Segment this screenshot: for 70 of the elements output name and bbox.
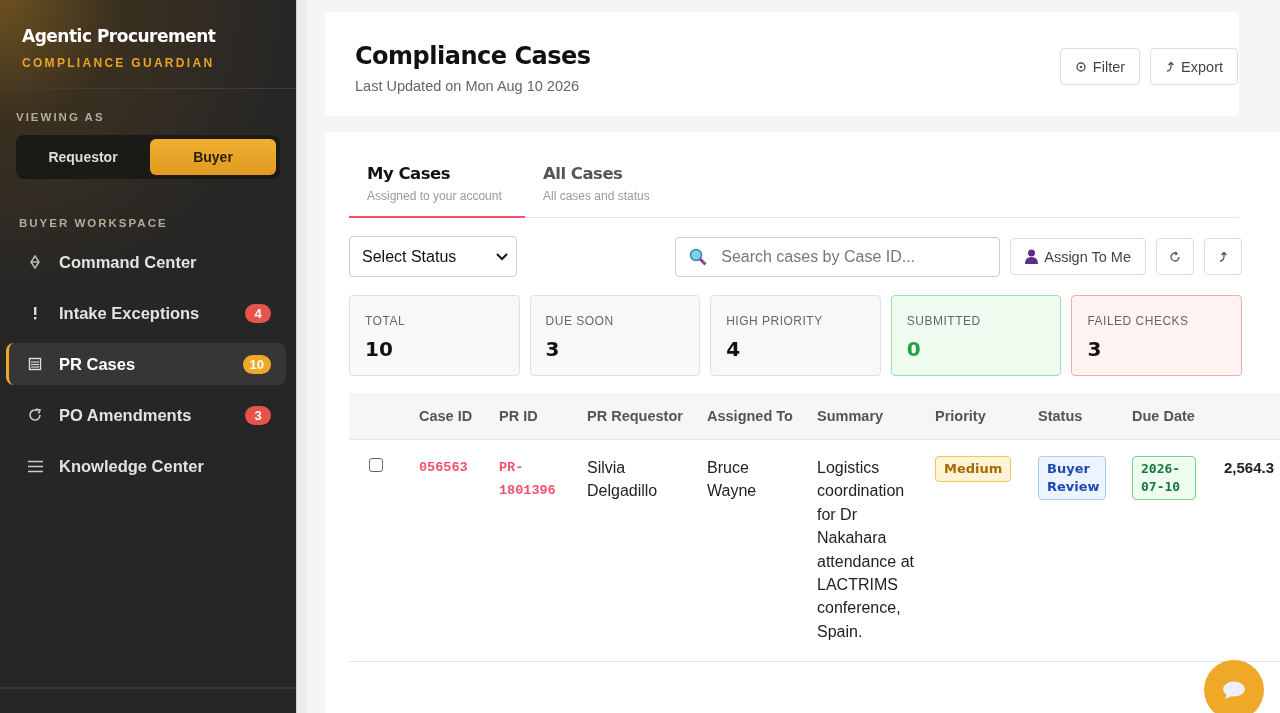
refresh-button[interactable]: [1156, 238, 1194, 275]
last-updated: Last Updated on Mon Aug 10 2026: [355, 78, 581, 94]
nav-label: PR Cases: [59, 354, 137, 374]
stat-label: SUBMITTED: [906, 314, 982, 328]
app-tagline: COMPLIANCE GUARDIAN: [22, 56, 216, 70]
section-label: BUYER WORKSPACE: [19, 217, 169, 229]
column-header: PR Requestor: [587, 408, 684, 424]
table-cell-text: 2,564.3: [1224, 458, 1276, 478]
tab-subtitle: Assigned to your account: [367, 189, 503, 203]
tab[interactable]: All Cases All cases and status: [525, 154, 701, 218]
tab-title: All Cases: [543, 164, 624, 183]
count-badge: 3: [245, 405, 271, 425]
role-toggle[interactable]: Requestor: [20, 139, 146, 175]
stat-label: DUE SOON: [545, 314, 615, 328]
nav-item[interactable]: Knowledge Center: [6, 445, 286, 487]
stat-value: 3: [545, 337, 561, 361]
count-badge: 10: [242, 354, 271, 374]
page-title: Compliance Cases: [355, 42, 592, 70]
count-badge: 4: [245, 303, 271, 323]
export-icon: [1165, 60, 1176, 73]
diamond-icon: [29, 255, 41, 269]
refresh-icon: [1169, 250, 1181, 263]
status-badge: Buyer Review: [1038, 456, 1106, 500]
section-label: VIEWING AS: [16, 111, 106, 123]
column-header: Priority: [935, 408, 987, 424]
row-checkbox[interactable]: [369, 458, 383, 472]
status-dropdown[interactable]: Select Status: [349, 236, 517, 277]
tab-title: My Cases: [367, 164, 451, 183]
nav-label: Knowledge Center: [59, 456, 205, 476]
exclamation-icon: [32, 306, 38, 320]
nav-label: Intake Exceptions: [59, 303, 201, 323]
stat-value: 3: [1087, 337, 1103, 361]
tab[interactable]: My Cases Assigned to your account: [349, 154, 525, 218]
column-header: Case ID: [419, 408, 474, 424]
refresh-icon: [27, 407, 43, 423]
export-icon: [1218, 250, 1228, 263]
nav-label: PO Amendments: [59, 405, 193, 425]
nav-item[interactable]: Intake Exceptions 4: [6, 292, 286, 334]
menu-icon: [27, 459, 43, 473]
priority-badge: Medium: [935, 456, 1012, 482]
list-icon: [28, 357, 42, 371]
table-cell-text: Silvia Delgadillo: [587, 458, 659, 502]
column-header: Status: [1038, 408, 1084, 424]
stat-value: 10: [365, 337, 394, 361]
export-button[interactable]: Export: [1150, 48, 1238, 85]
chevron-icon: [496, 252, 508, 261]
column-header: Summary: [817, 408, 885, 424]
nav-label: Command Center: [59, 252, 198, 272]
person-icon: [1025, 249, 1039, 264]
nav-item[interactable]: Command Center: [6, 241, 286, 283]
search-field[interactable]: Search cases by Case ID...: [675, 236, 1001, 277]
stat-value: 0: [906, 337, 922, 361]
filter-button[interactable]: Filter: [1059, 48, 1141, 85]
app-title: Agentic Procurement: [22, 26, 217, 46]
table-cell-text: Bruce Wayne: [707, 458, 758, 502]
tab-subtitle: All cases and status: [543, 189, 651, 203]
stat-label: HIGH PRIORITY: [726, 314, 824, 328]
chat-bubble-icon: [1221, 680, 1247, 700]
nav-item[interactable]: PO Amendments 3: [6, 394, 286, 436]
stat-label: TOTAL: [365, 314, 407, 328]
column-header: Assigned To: [707, 408, 794, 424]
nav-item[interactable]: PR Cases 10: [6, 343, 286, 385]
stat-value: 4: [726, 337, 742, 361]
column-header: Due Date: [1132, 408, 1196, 424]
assign-button[interactable]: Assign To Me: [1010, 238, 1146, 275]
table-cell-text: Logistics coordination for Dr Nakahara attendance at LACTRIMS conference, Spain.: [817, 458, 915, 642]
role-toggle[interactable]: Buyer: [150, 139, 276, 175]
stat-label: FAILED CHECKS: [1087, 314, 1190, 328]
due-date-badge: 2026-07-10: [1132, 456, 1196, 500]
column-header: PR ID: [499, 408, 539, 424]
